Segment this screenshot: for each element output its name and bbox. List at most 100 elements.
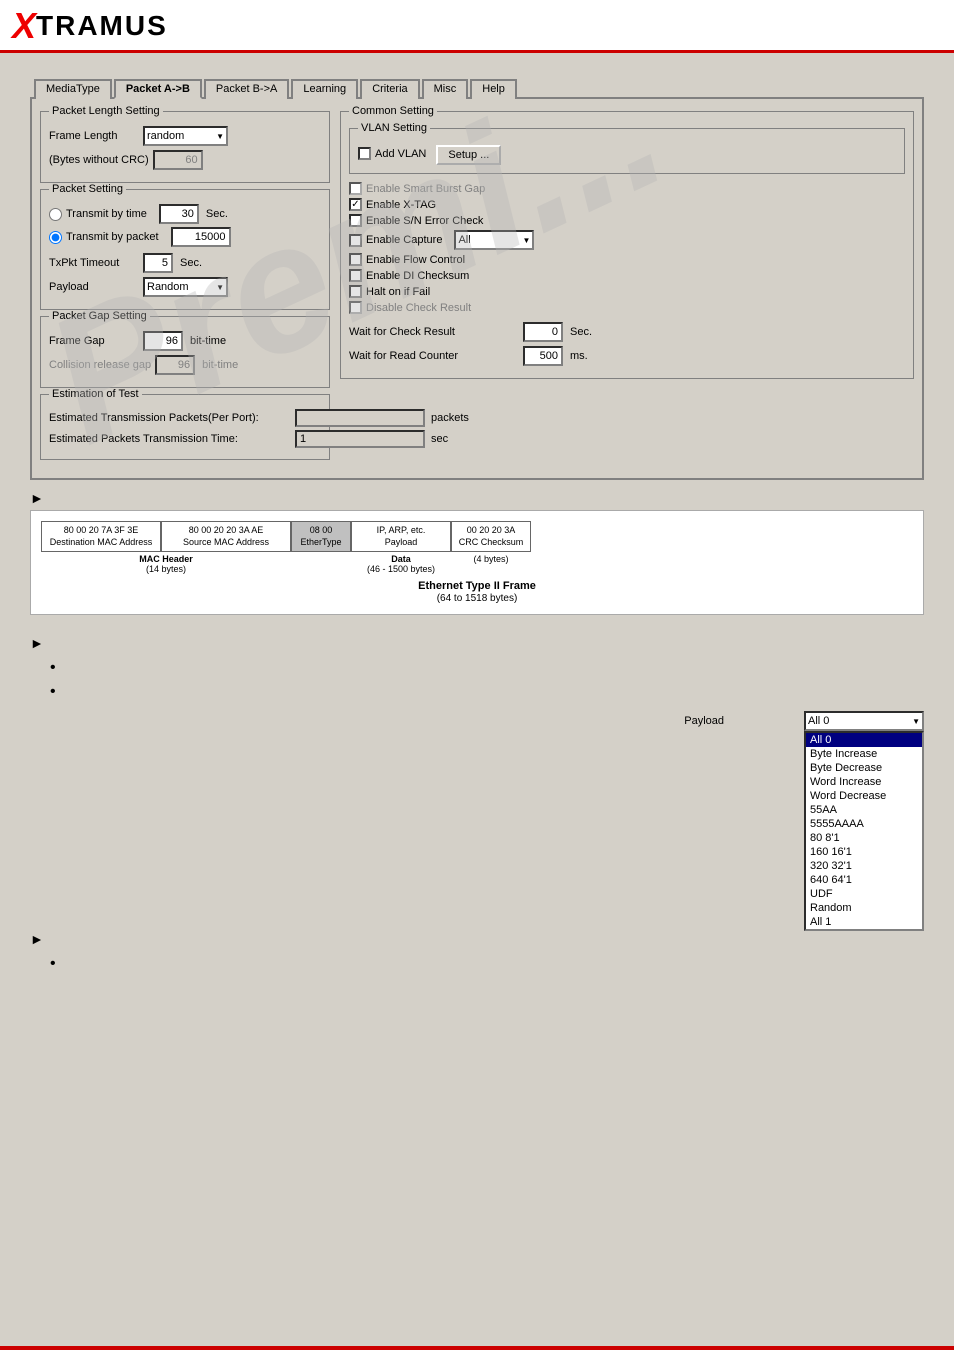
packet-length-label: Packet Length Setting	[49, 105, 163, 117]
capture-label: Enable Capture	[366, 234, 442, 246]
bytes-input[interactable]	[153, 150, 203, 170]
right-panel: Common Setting VLAN Setting Add VLAN	[340, 111, 914, 466]
tab-packet-ba[interactable]: Packet B->A	[204, 79, 289, 99]
tab-help[interactable]: Help	[470, 79, 517, 99]
payload-dropdown[interactable]: Random ▼	[143, 277, 228, 297]
payload-option-640641[interactable]: 640 64'1	[806, 873, 922, 887]
packet-gap-group: Packet Gap Setting Frame Gap bit-time Co…	[40, 316, 330, 388]
main-content: MediaType Packet A->B Packet B->A Learni…	[0, 53, 954, 999]
sn-error-checkbox[interactable]	[349, 214, 362, 227]
payload-option-all1[interactable]: All 1	[806, 915, 922, 929]
header: X TRAMUS	[0, 0, 954, 53]
di-checksum-checkbox[interactable]	[349, 269, 362, 282]
wait-read-unit: ms.	[570, 350, 588, 362]
payload-dropdown-list[interactable]: All 0 Byte Increase Byte Decrease Word I…	[804, 731, 924, 931]
transmit-packet-input[interactable]	[171, 227, 231, 247]
packets-estimate-input	[295, 409, 425, 427]
arrow-bullet-3: ►	[30, 931, 44, 947]
payload-option-word-increase[interactable]: Word Increase	[806, 775, 922, 789]
halt-fail-row: Halt on if Fail	[349, 285, 905, 298]
wait-check-row: Wait for Check Result Sec.	[349, 322, 905, 342]
wait-check-unit: Sec.	[570, 326, 592, 338]
transmit-time-input[interactable]	[159, 204, 199, 224]
payload-option-160161[interactable]: 160 16'1	[806, 845, 922, 859]
packets-estimate-label: Estimated Transmission Packets(Per Port)…	[49, 412, 289, 424]
transmit-time-unit: Sec.	[206, 208, 228, 220]
payload-value: Random	[147, 281, 189, 293]
xtag-checkbox[interactable]	[349, 198, 362, 211]
wait-read-input[interactable]	[523, 346, 563, 366]
frame-gap-input[interactable]	[143, 331, 183, 351]
estimation-group: Estimation of Test Estimated Transmissio…	[40, 394, 330, 460]
frame-length-dropdown[interactable]: random ▼	[143, 126, 228, 146]
footer-line	[0, 1346, 954, 1350]
payload-section-dropdown[interactable]: All 0 ▼	[804, 711, 924, 731]
payload-option-random[interactable]: Random	[806, 901, 922, 915]
logo-tramus: TRAMUS	[36, 10, 168, 42]
crc-block: 00 20 20 3A CRC Checksum	[451, 521, 531, 552]
payload-row: Payload Random ▼	[49, 277, 321, 297]
src-block: 80 00 20 20 3A AE Source MAC Address	[161, 521, 291, 552]
payload-option-5555aaaa[interactable]: 5555AAAA	[806, 817, 922, 831]
packet-setting-label: Packet Setting	[49, 183, 126, 195]
payload-section: Payload All 0 ▼ All 0 Byte Increase Byte…	[30, 711, 924, 973]
transmit-time-label: Transmit by time	[66, 208, 147, 220]
tab-bar: MediaType Packet A->B Packet B->A Learni…	[30, 73, 924, 99]
payload-option-udf[interactable]: UDF	[806, 887, 922, 901]
vlan-setting-label: VLAN Setting	[358, 122, 430, 134]
flow-control-label: Enable Flow Control	[366, 254, 465, 266]
mac-header-bytes: (14 bytes)	[146, 564, 186, 574]
halt-fail-label: Halt on if Fail	[366, 286, 430, 298]
packet-length-group: Packet Length Setting Frame Length rando…	[40, 111, 330, 183]
tab-packet-ab[interactable]: Packet A->B	[114, 79, 202, 99]
estimation-label: Estimation of Test	[49, 388, 142, 400]
time-estimate-label: Estimated Packets Transmission Time:	[49, 433, 289, 445]
packet-setting-group: Packet Setting Transmit by time Sec. Tra…	[40, 189, 330, 310]
payload-option-byte-decrease[interactable]: Byte Decrease	[806, 761, 922, 775]
transmit-time-row: Transmit by time Sec.	[49, 204, 321, 224]
add-vlan-checkbox[interactable]	[358, 147, 371, 160]
capture-row: Enable Capture All ▼	[349, 230, 905, 250]
txpkt-timeout-label: TxPkt Timeout	[49, 257, 139, 269]
common-setting-label: Common Setting	[349, 105, 437, 117]
wait-check-input[interactable]	[523, 322, 563, 342]
disable-check-row: Disable Check Result	[349, 301, 905, 314]
flow-control-row: Enable Flow Control	[349, 253, 905, 266]
wait-read-label: Wait for Read Counter	[349, 350, 519, 362]
payload-option-55aa[interactable]: 55AA	[806, 803, 922, 817]
flow-control-checkbox[interactable]	[349, 253, 362, 266]
frame-row: 80 00 20 7A 3F 3E Destination MAC Addres…	[41, 521, 913, 552]
tab-mediatype[interactable]: MediaType	[34, 79, 112, 99]
transmit-time-radio[interactable]	[49, 208, 62, 221]
collision-gap-input	[155, 355, 195, 375]
transmit-packet-radio[interactable]	[49, 231, 62, 244]
tab-learning[interactable]: Learning	[291, 79, 358, 99]
tab-misc[interactable]: Misc	[422, 79, 469, 99]
txpkt-timeout-input[interactable]	[143, 253, 173, 273]
bytes-label: (Bytes without CRC)	[49, 154, 149, 166]
payload-option-8081[interactable]: 80 8'1	[806, 831, 922, 845]
disable-check-checkbox	[349, 301, 362, 314]
setup-button[interactable]: Setup ...	[436, 145, 501, 165]
capture-dropdown[interactable]: All ▼	[454, 230, 534, 250]
time-estimate-row: Estimated Packets Transmission Time: sec	[49, 430, 321, 448]
left-panel: Packet Length Setting Frame Length rando…	[40, 111, 330, 466]
txpkt-timeout-unit: Sec.	[180, 257, 202, 269]
frame-title: Ethernet Type II Frame (64 to 1518 bytes…	[41, 580, 913, 604]
payload-block: IP, ARP, etc. Payload	[351, 521, 451, 552]
tab-criteria[interactable]: Criteria	[360, 79, 419, 99]
payload-section-label: Payload	[684, 715, 724, 727]
capture-checkbox[interactable]	[349, 234, 362, 247]
payload-option-word-decrease[interactable]: Word Decrease	[806, 789, 922, 803]
payload-option-byte-increase[interactable]: Byte Increase	[806, 747, 922, 761]
capture-arrow-icon: ▼	[523, 236, 531, 245]
add-vlan-row: Add VLAN	[358, 147, 426, 160]
payload-section-arrow-icon: ▼	[912, 717, 920, 726]
arrow-bullet-2: ►	[30, 635, 44, 651]
halt-fail-checkbox[interactable]	[349, 285, 362, 298]
payload-option-320321[interactable]: 320 32'1	[806, 859, 922, 873]
packets-estimate-row: Estimated Transmission Packets(Per Port)…	[49, 409, 321, 427]
smart-burst-row: Enable Smart Burst Gap	[349, 182, 905, 195]
data-label: Data	[391, 554, 411, 564]
payload-option-all0[interactable]: All 0	[806, 733, 922, 747]
